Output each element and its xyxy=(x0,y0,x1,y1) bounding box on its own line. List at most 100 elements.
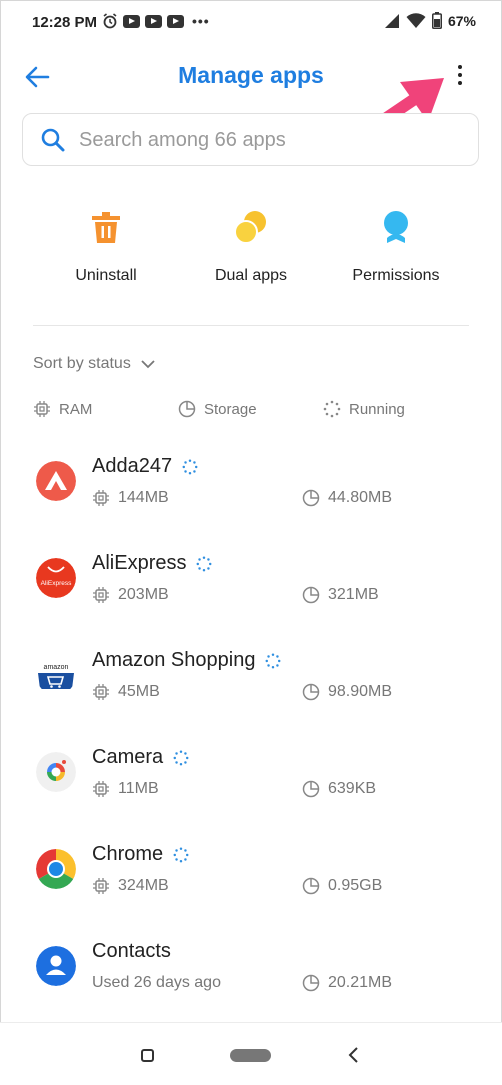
running-icon xyxy=(173,750,189,765)
youtube-icon xyxy=(123,14,140,28)
quick-actions: Uninstall Dual apps Permissions xyxy=(0,210,502,290)
legend-storage: Storage xyxy=(178,400,257,418)
app-storage: 20.21MB xyxy=(302,974,392,992)
legend-storage-label: Storage xyxy=(204,400,257,418)
app-name-text: Adda247 xyxy=(92,455,173,477)
uninstall-label: Uninstall xyxy=(75,267,137,284)
chip-icon xyxy=(93,878,109,894)
pie-icon xyxy=(302,586,320,604)
app-name: Amazon Shopping xyxy=(92,649,281,672)
chevron-down-icon xyxy=(141,360,155,369)
sort-label: Sort by status xyxy=(33,355,131,372)
running-icon xyxy=(182,459,198,474)
recents-button[interactable] xyxy=(141,1049,154,1062)
permissions-label: Permissions xyxy=(352,267,440,284)
chip-icon xyxy=(93,587,109,603)
app-name-text: Amazon Shopping xyxy=(92,649,256,671)
home-button[interactable] xyxy=(230,1049,271,1062)
legend: RAM Storage Running xyxy=(33,400,473,422)
battery-icon xyxy=(431,12,442,29)
app-ram: 11MB xyxy=(92,780,159,798)
permissions-icon xyxy=(384,211,408,243)
app-last-used: Used 26 days ago xyxy=(92,974,221,992)
app-storage-value: 639KB xyxy=(328,780,377,797)
battery-percent: 67% xyxy=(447,12,476,29)
app-storage-value: 0.95GB xyxy=(328,877,383,894)
notification-icons: ••• xyxy=(102,13,210,29)
list-item-chrome[interactable]: Chrome 324MB 0.95GB xyxy=(0,830,502,927)
list-item-amazon-shopping[interactable]: amazon Amazon Shopping 45MB 98.90MB xyxy=(0,636,502,733)
app-name-text: Camera xyxy=(92,746,164,768)
running-icon xyxy=(173,847,189,862)
divider xyxy=(33,325,469,326)
app-ram-value: 11MB xyxy=(118,780,159,797)
app-ram: 45MB xyxy=(92,683,160,701)
pie-icon xyxy=(178,400,196,418)
list-item-adda247[interactable]: Adda247 144MB 44.80MB xyxy=(0,442,502,539)
sort-dropdown[interactable]: Sort by status xyxy=(33,355,155,373)
camera-app-icon xyxy=(36,752,76,792)
legend-ram-label: RAM xyxy=(59,400,93,418)
search-input[interactable] xyxy=(79,124,459,156)
app-ram-value: 203MB xyxy=(118,586,169,603)
app-name: Camera xyxy=(92,746,189,769)
running-icon xyxy=(323,400,341,418)
app-storage: 44.80MB xyxy=(302,489,392,507)
list-item-contacts[interactable]: Contacts Used 26 days ago 20.21MB xyxy=(0,927,502,1024)
alarm-icon xyxy=(103,13,117,29)
app-ram: 144MB xyxy=(92,489,169,507)
list-item-camera[interactable]: Camera 11MB 639KB xyxy=(0,733,502,830)
app-ram: 324MB xyxy=(92,877,169,895)
app-name: Contacts xyxy=(92,940,171,963)
app-storage: 639KB xyxy=(302,780,376,798)
app-name: AliExpress xyxy=(92,552,212,575)
aliexpress-icon-text: AliExpress xyxy=(41,580,72,587)
pie-icon xyxy=(302,780,320,798)
youtube-icon xyxy=(167,14,184,28)
running-icon xyxy=(265,653,281,668)
dual-apps-button[interactable]: Dual apps xyxy=(181,210,321,285)
legend-running-label: Running xyxy=(349,400,405,418)
dual-apps-label: Dual apps xyxy=(214,267,288,284)
list-item-aliexpress[interactable]: AliExpress AliExpress 203MB 321MB xyxy=(0,539,502,636)
pie-icon xyxy=(302,489,320,507)
app-ram: 203MB xyxy=(92,586,169,604)
app-name-text: Chrome xyxy=(92,843,164,865)
status-bar: 12:28 PM ••• 67% xyxy=(0,0,502,46)
status-time: 12:28 PM xyxy=(32,14,98,31)
app-storage-value: 20.21MB xyxy=(328,974,393,991)
search-icon xyxy=(41,128,65,152)
app-name: Adda247 xyxy=(92,455,198,478)
app-name: Chrome xyxy=(92,843,189,866)
contacts-app-icon xyxy=(36,946,76,986)
legend-running: Running xyxy=(323,400,405,418)
pie-icon xyxy=(302,877,320,895)
signal-icon xyxy=(384,13,399,28)
app-storage-value: 44.80MB xyxy=(328,489,393,506)
app-storage-value: 321MB xyxy=(328,586,379,603)
chip-icon xyxy=(93,684,109,700)
app-storage: 98.90MB xyxy=(302,683,392,701)
running-icon xyxy=(197,556,212,571)
permissions-button[interactable]: Permissions xyxy=(326,210,466,285)
system-icons: 67% xyxy=(384,12,476,29)
dual-apps-icon xyxy=(234,211,266,244)
chip-icon xyxy=(34,401,50,417)
app-ram-value: 324MB xyxy=(118,877,169,894)
uninstall-button[interactable]: Uninstall xyxy=(36,210,176,285)
system-nav-bar xyxy=(0,1022,502,1085)
trash-icon xyxy=(92,212,120,243)
app-ram-value: 45MB xyxy=(118,683,160,700)
legend-ram: RAM xyxy=(33,400,92,418)
app-storage-value: 98.90MB xyxy=(328,683,393,700)
more-notifications-icon: ••• xyxy=(192,13,210,29)
chrome-app-icon xyxy=(36,849,76,889)
search-bar[interactable] xyxy=(22,113,479,166)
wifi-icon xyxy=(406,12,426,28)
chip-icon xyxy=(93,781,109,797)
nav-back-icon[interactable] xyxy=(346,1045,360,1065)
app-storage: 0.95GB xyxy=(302,877,382,895)
app-ram-value: 144MB xyxy=(118,489,169,506)
app-last-used-value: Used 26 days ago xyxy=(92,974,221,991)
pie-icon xyxy=(302,974,320,992)
